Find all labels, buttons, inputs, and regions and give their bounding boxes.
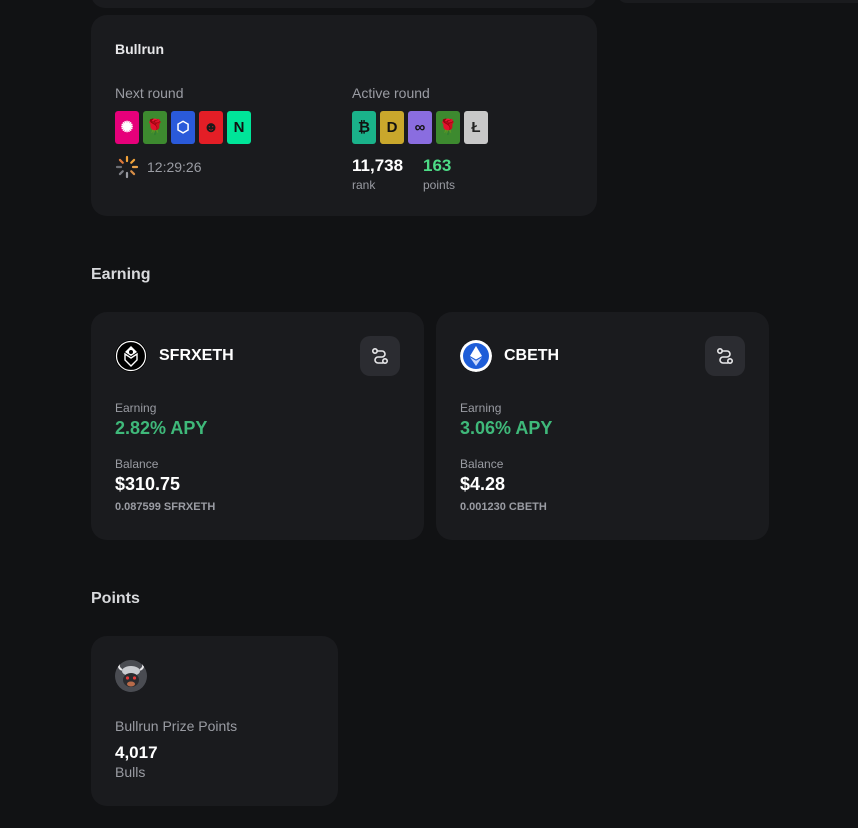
rose-icon: 🌹 — [436, 111, 460, 144]
bullrun-card: Bullrun Next round ✺ 🌹 ⬡ ☻ N 12:29:26 Active… — [91, 15, 597, 216]
loading-spinner-icon — [115, 155, 139, 179]
previous-card-edge — [91, 0, 597, 8]
balance-label: Balance — [460, 457, 504, 471]
earning-card-cbeth[interactable]: CBETH Earning 3.06% APY Balance $4.28 0.… — [436, 312, 769, 540]
token-name: SFRXETH — [159, 347, 234, 364]
earning-card-sfrxeth[interactable]: SFRXETH Earning 2.82% APY Balance $310.7… — [91, 312, 424, 540]
points-label: points — [423, 178, 456, 192]
polkadot-icon: ✺ — [115, 111, 139, 144]
route-icon — [716, 347, 734, 365]
chainlink-icon: ⬡ — [171, 111, 195, 144]
page: Bullrun Next round ✺ 🌹 ⬡ ☻ N 12:29:26 Active… — [0, 0, 858, 828]
active-round-label: Active round — [352, 85, 430, 101]
active-round-tokens: ₿ D ∞ 🌹 Ł — [352, 111, 488, 144]
token-name: CBETH — [504, 347, 560, 364]
bull-avatar-icon — [115, 660, 147, 692]
cbeth-icon — [460, 340, 492, 372]
points-card-title: Bullrun Prize Points — [115, 718, 238, 734]
bitcoin-icon: ₿ — [352, 111, 376, 144]
points-card: Bullrun Prize Points 4,017 Bulls — [91, 636, 338, 806]
litecoin-icon: Ł — [464, 111, 488, 144]
route-icon — [371, 347, 389, 365]
apy-value: 2.82% APY — [115, 418, 208, 438]
swap-button[interactable] — [360, 336, 400, 376]
rank-value: 11,738 — [352, 156, 404, 175]
dogecoin-icon: D — [380, 111, 404, 144]
next-round-tokens: ✺ 🌹 ⬡ ☻ N — [115, 111, 251, 144]
bullrun-title: Bullrun — [115, 41, 164, 57]
apy-value: 3.06% APY — [460, 418, 553, 438]
infinity-icon: ∞ — [408, 111, 432, 144]
points-stat: 163 points — [423, 156, 455, 192]
earning-label: Earning — [115, 401, 157, 415]
points-section-title: Points — [91, 590, 140, 607]
sfrxeth-icon — [115, 340, 147, 372]
points-card-value: 4,017 — [115, 743, 158, 762]
next-round-label: Next round — [115, 85, 184, 101]
previous-card-edge-right — [617, 0, 858, 3]
bull-face-icon: ☻ — [199, 111, 223, 144]
points-card-unit: Bulls — [115, 764, 146, 780]
balance-label: Balance — [115, 457, 159, 471]
earning-section-title: Earning — [91, 266, 151, 283]
rose-icon: 🌹 — [143, 111, 167, 144]
timer-text: 12:29:26 — [147, 159, 202, 175]
rank-stat: 11,738 rank — [352, 156, 403, 192]
token-amount: 0.001230 CBETH — [460, 501, 547, 513]
balance-value: $310.75 — [115, 474, 181, 494]
rank-label: rank — [352, 178, 376, 192]
token-amount: 0.087599 SFRXETH — [115, 501, 216, 513]
earning-label: Earning — [460, 401, 502, 415]
near-icon: N — [227, 111, 251, 144]
swap-button[interactable] — [705, 336, 745, 376]
points-value: 163 — [423, 156, 452, 175]
balance-value: $4.28 — [460, 474, 506, 494]
round-timer: 12:29:26 — [115, 155, 202, 179]
